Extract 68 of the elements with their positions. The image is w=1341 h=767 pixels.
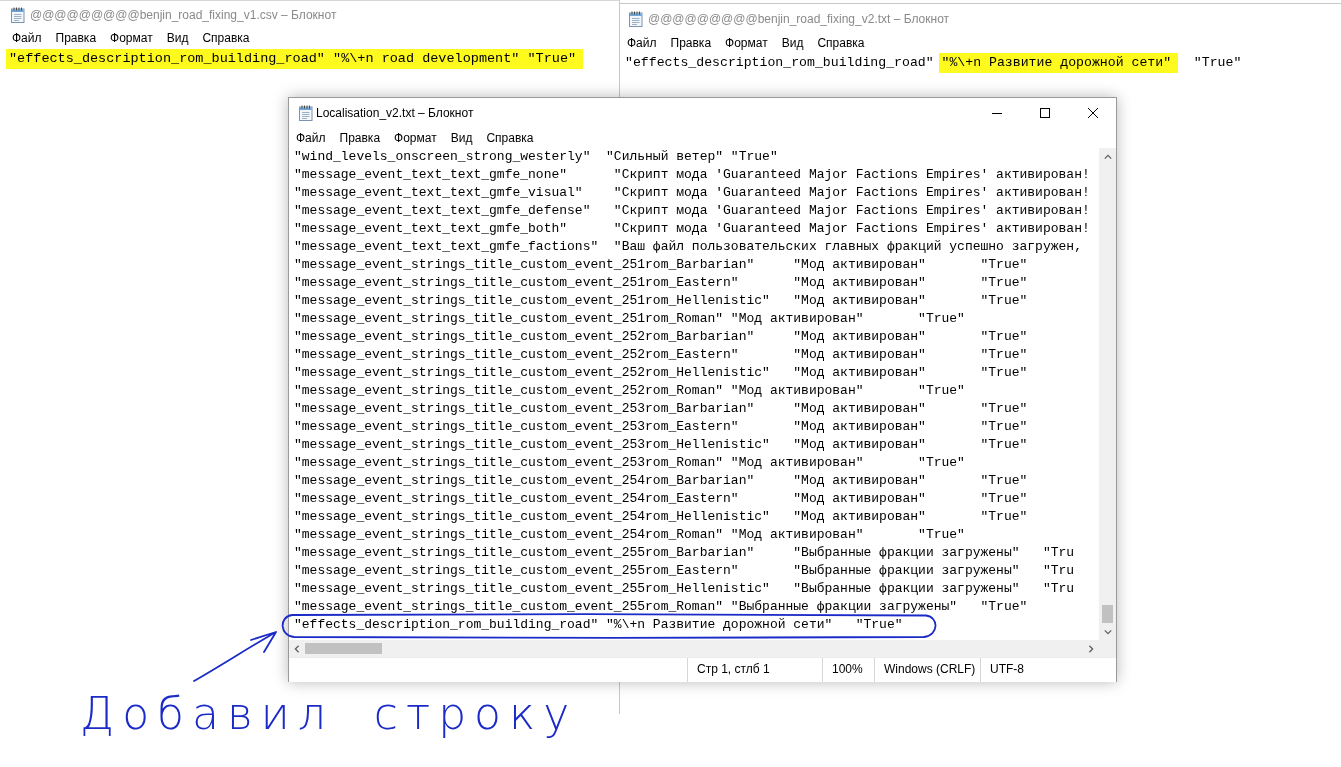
menu-item[interactable]: Формат bbox=[103, 29, 160, 47]
horizontal-scrollbar[interactable] bbox=[289, 640, 1099, 657]
chevron-up-icon[interactable] bbox=[1103, 152, 1112, 161]
menu-item[interactable]: Файл bbox=[620, 34, 664, 52]
text-line: "message_event_strings_title_custom_event_253rom_Eastern" "Мод активирован" "True" bbox=[294, 419, 1028, 434]
text-line: "message_event_strings_title_custom_event_251rom_Hellenistic" "Мод активирован" "True" bbox=[294, 293, 1028, 308]
window-title: Localisation_v2.txt – Блокнот bbox=[316, 106, 474, 120]
handwritten-note: Добавил строку bbox=[80, 687, 578, 741]
status-encoding: UTF-8 bbox=[980, 658, 1116, 682]
text-line: "message_event_strings_title_custom_event_254rom_Barbarian" "Мод активирован" "True" bbox=[294, 473, 1028, 488]
text-line: "message_event_strings_title_custom_event_254rom_Roman" "Мод активирован" "True" bbox=[294, 527, 965, 542]
menu-item[interactable]: Файл bbox=[289, 129, 333, 147]
text-line: "message_event_text_text_gmfe_both" "Скрипт мода 'Guaranteed Major Factions Empires' активирован! bbox=[294, 221, 1090, 236]
chevron-down-icon[interactable] bbox=[1103, 627, 1112, 636]
notepad-icon bbox=[628, 10, 644, 27]
chevron-left-icon[interactable] bbox=[293, 644, 301, 653]
menu-item[interactable]: Вид bbox=[159, 29, 196, 47]
status-line-endings: Windows (CRLF) bbox=[874, 658, 980, 682]
text-line: "message_event_strings_title_custom_event_252rom_Barbarian" "Мод активирован" "True" bbox=[294, 329, 1028, 344]
maximize-icon bbox=[1040, 108, 1050, 118]
text-line: "effects_description_rom_building_road" "%\+n Развитие дорожной сети" "True" bbox=[294, 617, 903, 632]
text-line: "wind_levels_onscreen_strong_westerly" "Сильный ветер" "True" bbox=[294, 149, 778, 164]
text-line: "message_event_strings_title_custom_event_251rom_Roman" "Мод активирован" "True" bbox=[294, 311, 965, 326]
notepad-icon bbox=[298, 105, 314, 121]
text-line: "message_event_strings_title_custom_event_255rom_Eastern" "Выбранные фракции загружены" "Tru bbox=[294, 563, 1075, 578]
highlighted-text: "effects_description_rom_building_road" "%\+n road development" "True" bbox=[6, 49, 584, 69]
text-line: "message_event_strings_title_custom_event_252rom_Eastern" "Мод активирован" "True" bbox=[294, 347, 1028, 362]
menu-item[interactable]: Файл bbox=[5, 29, 49, 47]
code-text: "True" bbox=[1193, 54, 1242, 72]
menu-item[interactable]: Правка bbox=[332, 129, 388, 147]
scrollbar-thumb[interactable] bbox=[305, 643, 382, 654]
text-line: "message_event_strings_title_custom_event_251rom_Barbarian" "Мод активирован" "True" bbox=[294, 257, 1028, 272]
status-zoom: 100% bbox=[822, 658, 874, 682]
menu-item[interactable]: Вид bbox=[443, 129, 480, 147]
text-line: "message_event_strings_title_custom_event_253rom_Barbarian" "Мод активирован" "True" bbox=[294, 401, 1028, 416]
highlighted-text: "%\+n Развитие дорожной сети" bbox=[938, 53, 1179, 73]
code-text: "effects_description_rom_building_road" bbox=[625, 54, 934, 72]
window-title: @@@@@@@@@benjin_road_fixing_v2.txt – Блокнот bbox=[648, 11, 950, 26]
menu-item[interactable]: Правка bbox=[48, 29, 104, 47]
menu-item[interactable]: Формат bbox=[718, 34, 775, 52]
text-line: "message_event_strings_title_custom_event_253rom_Roman" "Мод активирован" "True" bbox=[294, 455, 965, 470]
menu-item[interactable]: Справка bbox=[479, 129, 541, 147]
menu-item[interactable]: Справка bbox=[195, 29, 257, 47]
text-line: "message_event_strings_title_custom_event_252rom_Hellenistic" "Мод активирован" "True" bbox=[294, 365, 1028, 380]
minimize-icon bbox=[992, 112, 1002, 114]
window-title: @@@@@@@@@benjin_road_fixing_v1.csv – Блокнот bbox=[30, 7, 337, 22]
text-line: "message_event_text_text_gmfe_factions" "Ваш файл пользовательских главных фракций успешно загружен, bbox=[294, 239, 1082, 254]
text-line: "message_event_text_text_gmfe_none" "Скрипт мода 'Guaranteed Major Factions Empires' активирован! bbox=[294, 167, 1090, 182]
text-line: "message_event_text_text_gmfe_defense" "Скрипт мода 'Guaranteed Major Factions Empires' активирован! bbox=[294, 203, 1090, 218]
vertical-scrollbar[interactable] bbox=[1099, 148, 1116, 640]
chevron-right-icon[interactable] bbox=[1086, 644, 1095, 653]
text-line: "message_event_strings_title_custom_event_252rom_Roman" "Мод активирован" "True" bbox=[294, 383, 965, 398]
status-position: Стр 1, стлб 1 bbox=[687, 658, 822, 682]
text-line: "message_event_strings_title_custom_event_254rom_Eastern" "Мод активирован" "True" bbox=[294, 491, 1028, 506]
text-line: "message_event_text_text_gmfe_visual" "Скрипт мода 'Guaranteed Major Factions Empires' активирован! bbox=[294, 185, 1090, 200]
text-line: "message_event_strings_title_custom_event_255rom_Roman" "Выбранные фракции загружены" "True" bbox=[294, 599, 1028, 614]
menu-item[interactable]: Справка bbox=[810, 34, 872, 52]
text-line: "message_event_strings_title_custom_event_253rom_Hellenistic" "Мод активирован" "True" bbox=[294, 437, 1028, 452]
menu-item[interactable]: Вид bbox=[774, 34, 811, 52]
notepad-icon bbox=[10, 6, 26, 23]
text-line: "message_event_strings_title_custom_event_251rom_Eastern" "Мод активирован" "True" bbox=[294, 275, 1028, 290]
scrollbar-thumb[interactable] bbox=[1102, 605, 1113, 623]
menu-item[interactable]: Правка bbox=[663, 34, 719, 52]
close-icon bbox=[1088, 108, 1098, 118]
text-line: "message_event_strings_title_custom_event_255rom_Hellenistic" "Выбранные фракции загружены" "Tru bbox=[294, 581, 1075, 596]
text-line: "message_event_strings_title_custom_event_255rom_Barbarian" "Выбранные фракции загружены" "Tru bbox=[294, 545, 1075, 560]
menu-item[interactable]: Формат bbox=[387, 129, 444, 147]
text-line: "message_event_strings_title_custom_event_254rom_Hellenistic" "Мод активирован" "True" bbox=[294, 509, 1028, 524]
